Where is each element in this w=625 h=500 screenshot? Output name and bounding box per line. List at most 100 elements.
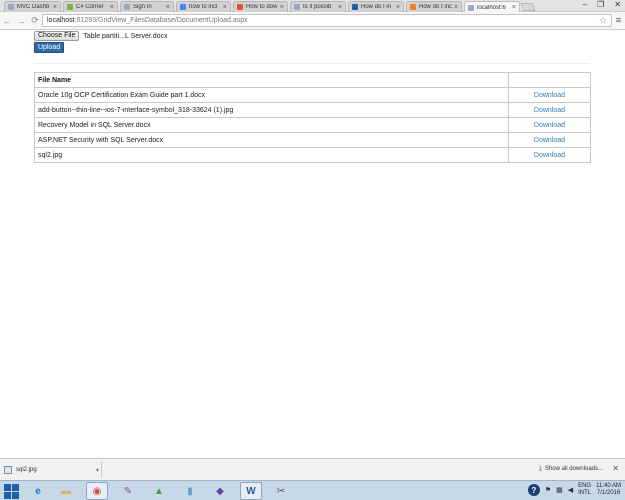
visual-studio-icon[interactable]: ◆ — [209, 482, 231, 500]
tab-close-icon[interactable]: × — [53, 4, 57, 11]
tab-favicon-icon — [294, 4, 300, 10]
tab-label: How to dow — [246, 4, 278, 10]
language-code: ENG — [578, 483, 592, 489]
download-link[interactable]: Download — [534, 137, 565, 144]
address-path: :61293/GridView_FilesDatabase/DocumentUp… — [74, 17, 248, 24]
tab-1[interactable]: C# Corner × — [63, 1, 118, 12]
new-tab-button[interactable] — [520, 3, 536, 11]
tab-3[interactable]: how to incl × — [176, 1, 231, 12]
forward-arrow-icon[interactable]: → — [14, 14, 28, 28]
files-table: File Name Oracle 10g OCP Certification E… — [34, 72, 591, 163]
address-bar[interactable]: localhost:61293/GridView_FilesDatabase/D… — [42, 14, 612, 27]
tab-2[interactable]: Sign In × — [120, 1, 174, 12]
tab-7[interactable]: How do I inc × — [406, 1, 462, 12]
table-row: Oracle 10g OCP Certification Exam Guide … — [34, 87, 591, 103]
show-all-downloads-label: Show all downloads... — [544, 466, 603, 472]
tab-favicon-icon — [8, 4, 14, 10]
column-header-file-name: File Name — [34, 72, 509, 88]
tab-favicon-icon — [410, 4, 416, 10]
download-link[interactable]: Download — [534, 107, 565, 114]
tab-favicon-icon — [352, 4, 358, 10]
tab-close-icon[interactable]: × — [280, 4, 284, 11]
minimize-icon[interactable]: – — [583, 0, 587, 10]
paint-icon[interactable]: ✎ — [117, 482, 139, 500]
language-indicator[interactable]: ENG INTL — [578, 483, 591, 497]
page-content: Choose File Table partiti...L Server.doc… — [0, 30, 625, 458]
tab-favicon-icon — [67, 4, 73, 10]
keyboard-layout: INTL — [578, 490, 592, 496]
file-explorer-icon[interactable]: ▬ — [55, 482, 77, 500]
clock[interactable]: 11:40 AM 7/1/2016 — [596, 483, 621, 497]
tab-close-icon[interactable]: × — [166, 4, 170, 11]
tab-favicon-icon — [180, 4, 186, 10]
tab-favicon-icon — [124, 4, 130, 10]
tab-0[interactable]: MVC Dashb × — [4, 1, 61, 12]
file-name-cell: add-button--thin-line--ios-7-interface-s… — [34, 102, 509, 118]
taskbar: ? ⚑ ▦ ◀ ENG INTL 11:40 AM 7/1/2016 e ▬ ◉ ✎ ▲… — [0, 480, 625, 500]
tab-label: Is it possib — [303, 4, 332, 10]
tab-close-icon[interactable]: × — [454, 4, 458, 11]
menu-icon[interactable]: ≡ — [616, 15, 621, 25]
download-item-name: sql2.jpg — [16, 467, 37, 473]
internet-explorer-icon[interactable]: e — [27, 482, 49, 500]
back-arrow-icon[interactable]: ← — [0, 14, 14, 28]
windows-start-icon[interactable] — [3, 483, 19, 499]
tab-label: Sign In — [133, 4, 152, 10]
image-file-icon — [4, 466, 12, 474]
reload-icon[interactable]: ⟳ — [28, 14, 42, 28]
download-link[interactable]: Download — [534, 122, 565, 129]
tab-close-icon[interactable]: × — [110, 4, 114, 11]
tab-close-icon[interactable]: × — [223, 4, 227, 11]
volume-icon[interactable]: ◀ — [568, 486, 573, 494]
tab-close-icon[interactable]: × — [396, 4, 400, 11]
tab-close-icon[interactable]: × — [512, 4, 516, 11]
tools-icon[interactable]: ✂ — [270, 482, 292, 500]
column-header-action — [508, 72, 591, 88]
notepad-icon[interactable]: ▮ — [179, 482, 201, 500]
network-icon[interactable]: ▦ — [556, 486, 563, 494]
chrome-icon[interactable]: ◉ — [86, 482, 108, 500]
table-header-row: File Name — [34, 72, 591, 88]
clock-time: 11:40 AM — [596, 483, 621, 489]
download-link[interactable]: Download — [534, 152, 565, 159]
file-name-cell: Recovery Model in SQL Server.docx — [34, 117, 509, 133]
download-item[interactable]: sql2.jpg ▾ — [4, 462, 102, 478]
tab-strip: – ❐ ✕ MVC Dashb × C# Corner × Sign In × how to… — [0, 0, 625, 13]
tab-label: how to incl — [189, 4, 218, 10]
bookmark-star-icon[interactable]: ☆ — [599, 15, 607, 26]
download-shelf: sql2.jpg ▾ ⤓ Show all downloads... ✕ — [0, 458, 625, 480]
tab-label: localhost:6 — [477, 4, 506, 11]
address-host: localhost — [47, 17, 75, 24]
tab-4[interactable]: How to dow × — [233, 1, 288, 12]
table-row: add-button--thin-line--ios-7-interface-s… — [34, 102, 591, 118]
show-all-downloads-link[interactable]: ⤓ Show all downloads... — [539, 465, 603, 473]
browser-toolbar: ← → ⟳ localhost:61293/GridView_FilesData… — [0, 12, 625, 30]
tab-5[interactable]: Is it possib × — [290, 1, 346, 12]
tab-label: C# Corner — [76, 4, 104, 10]
photo-viewer-icon[interactable]: ▲ — [148, 482, 170, 500]
tab-label: MVC Dashb — [17, 4, 50, 10]
file-upload-row: Choose File Table partiti...L Server.doc… — [34, 31, 168, 41]
close-window-icon[interactable]: ✕ — [614, 0, 621, 10]
flag-icon[interactable]: ⚑ — [545, 486, 551, 494]
tab-favicon-icon — [468, 4, 474, 11]
close-icon[interactable]: ✕ — [612, 464, 619, 473]
restore-icon[interactable]: ❐ — [597, 0, 604, 10]
word-icon[interactable]: W — [240, 482, 262, 500]
upload-button[interactable]: Upload — [34, 42, 65, 53]
tab-favicon-icon — [237, 4, 243, 10]
clock-date: 7/1/2016 — [596, 490, 621, 496]
help-icon[interactable]: ? — [527, 484, 540, 496]
choose-file-button[interactable]: Choose File — [34, 31, 80, 41]
tab-6[interactable]: How do I in × — [348, 1, 404, 12]
download-link[interactable]: Download — [534, 92, 565, 99]
tab-close-icon[interactable]: × — [338, 4, 342, 11]
chevron-down-icon[interactable]: ▾ — [96, 467, 99, 474]
divider — [34, 63, 590, 64]
file-name-cell: Oracle 10g OCP Certification Exam Guide … — [34, 87, 509, 103]
tab-label: How do I inc — [419, 4, 452, 10]
tab-label: How do I in — [361, 4, 392, 10]
table-row: sql2.jpg Download — [34, 147, 591, 163]
table-row: Recovery Model in SQL Server.docx Downlo… — [34, 117, 591, 133]
download-arrow-icon: ⤓ — [538, 465, 542, 472]
